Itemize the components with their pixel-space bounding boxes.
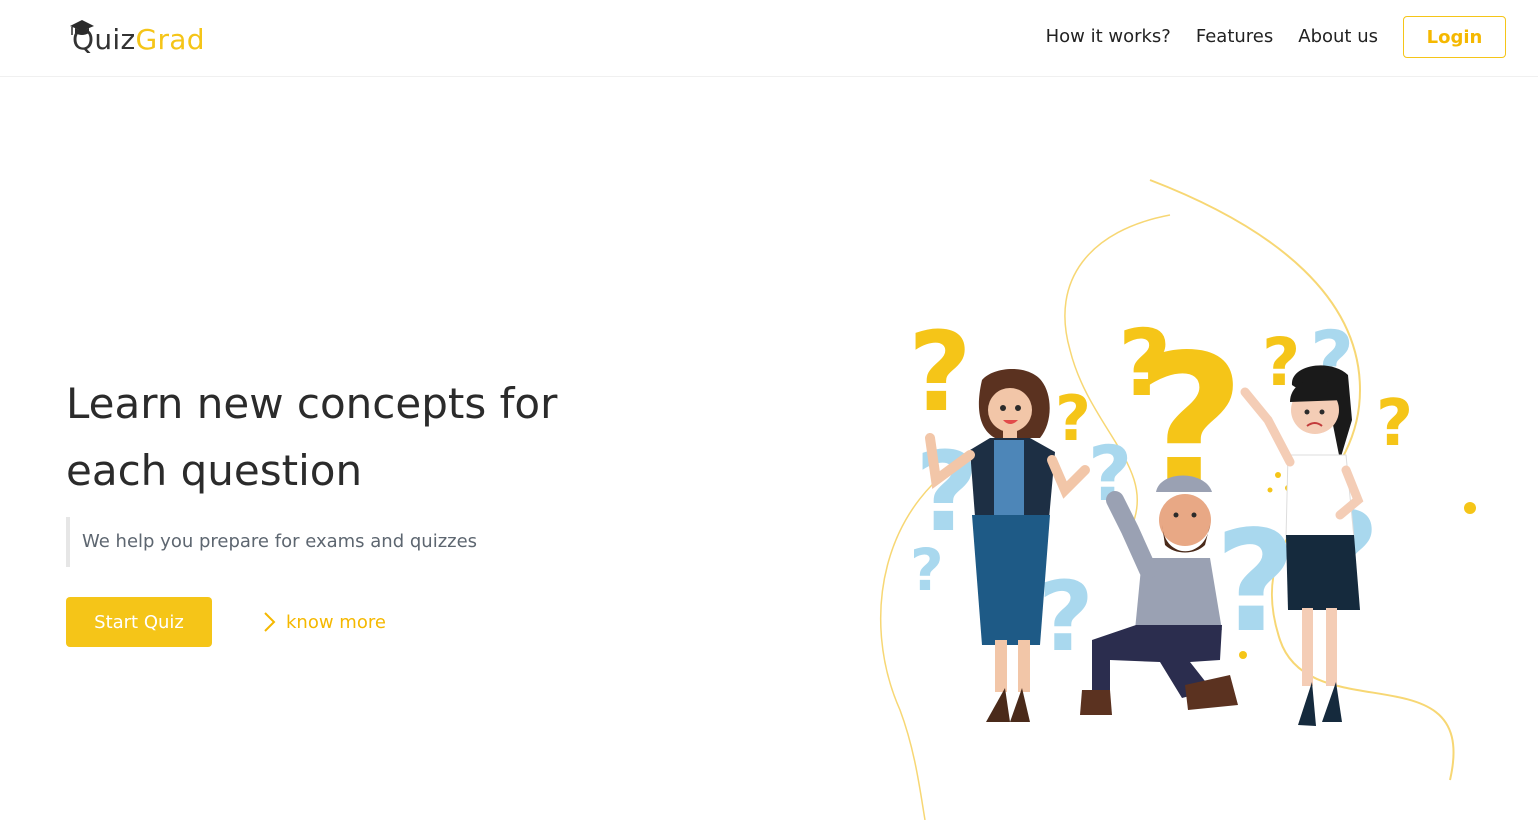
logo[interactable]: QuizGrad <box>68 18 205 62</box>
nav-link-how-it-works[interactable]: How it works? <box>1046 16 1171 58</box>
people-with-question-marks-illustration: ? ? ? ? ? ? ? ? ? ? ? ? ? <box>879 179 1476 820</box>
graduation-cap-icon <box>70 20 94 35</box>
navbar: QuizGrad How it works? Features About us… <box>0 0 1538 77</box>
svg-text:?: ? <box>910 536 944 604</box>
svg-text:?: ? <box>1215 501 1296 664</box>
nav-link-features[interactable]: Features <box>1196 16 1273 58</box>
know-more-link[interactable]: know more <box>262 597 386 647</box>
login-button[interactable]: Login <box>1403 16 1506 58</box>
hero-title-line2: each question <box>66 446 363 495</box>
nav-links: How it works? Features About us Login <box>1046 16 1506 58</box>
nav-link-about-us[interactable]: About us <box>1298 16 1378 58</box>
hero-title: Learn new concepts for each question <box>66 370 586 504</box>
svg-text:?: ? <box>908 308 972 436</box>
know-more-label: know more <box>286 611 386 633</box>
hero-title-line1: Learn new concepts for <box>66 379 558 428</box>
brand-name-grad: Grad <box>135 23 205 56</box>
hero-subtitle: We help you prepare for exams and quizze… <box>66 517 477 567</box>
start-quiz-button[interactable]: Start Quiz <box>66 597 212 647</box>
svg-text:?: ? <box>1055 382 1091 455</box>
svg-text:?: ? <box>1038 561 1094 673</box>
svg-text:?: ? <box>1376 387 1413 461</box>
chevron-right-icon <box>264 612 276 632</box>
